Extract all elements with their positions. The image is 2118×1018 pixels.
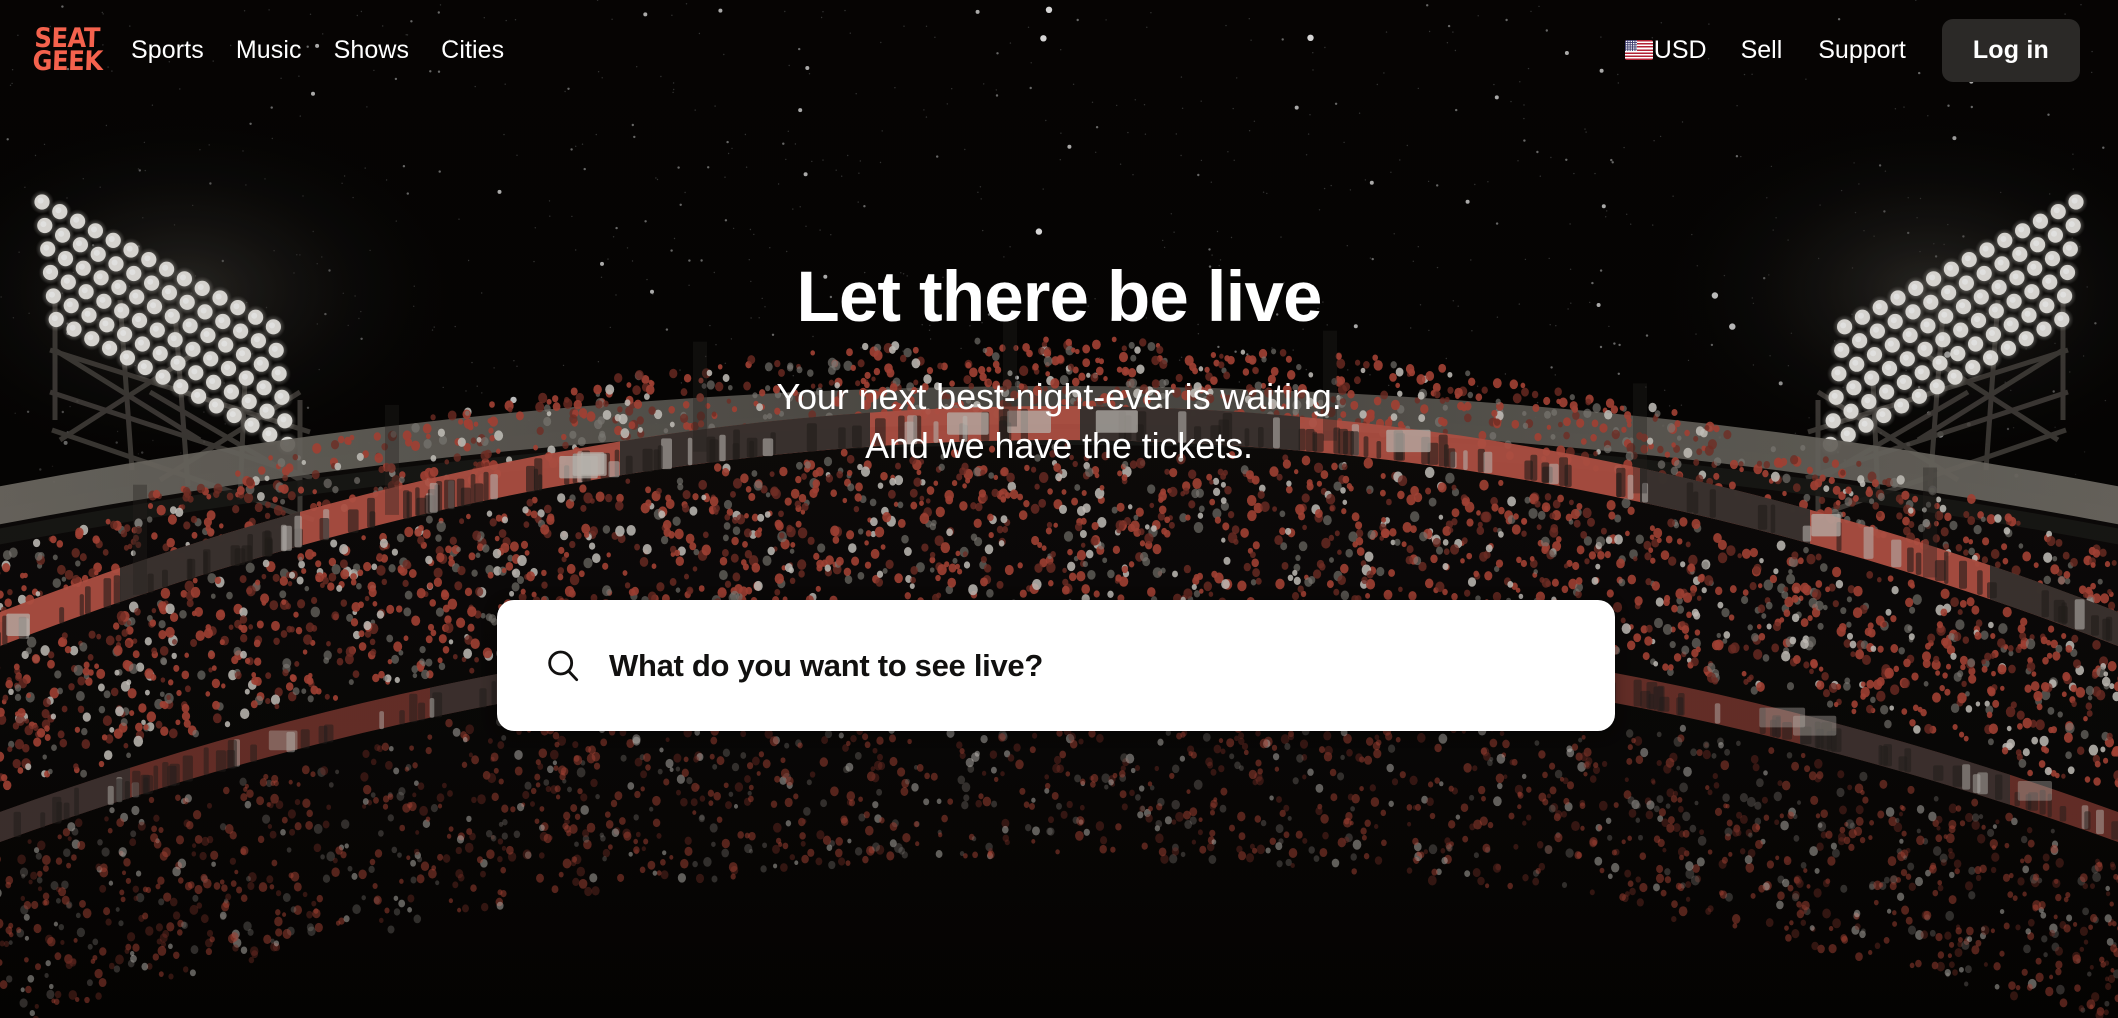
nav-item-shows[interactable]: Shows [334,36,410,65]
logo-line-2: GEEK [32,46,104,77]
seatgeek-homepage: SEAT GEEK Sports Music Shows Cities USD … [0,0,2118,1018]
currency-label: USD [1653,35,1707,64]
site-header: SEAT GEEK Sports Music Shows Cities USD … [0,0,2118,100]
sell-link[interactable]: Sell [1741,36,1783,65]
search-icon [548,650,579,681]
seatgeek-logo[interactable]: SEAT GEEK [32,23,104,77]
hero-section: Let there be live Your next best-night-e… [0,262,2118,471]
search-box[interactable] [497,600,1615,731]
hero-search [497,600,1615,731]
nav-item-music[interactable]: Music [236,36,302,65]
support-link[interactable]: Support [1818,36,1906,65]
primary-nav: Sports Music Shows Cities [131,36,504,65]
header-right-group: USD Sell Support Log in [1624,18,2080,82]
login-button[interactable]: Log in [1941,18,2080,82]
hero-subline-2: And we have the tickets. [865,424,1253,466]
currency-selector[interactable]: USD [1624,35,1707,65]
hero-subline-1: Your next best-night-ever is waiting. [776,376,1342,417]
nav-item-cities[interactable]: Cities [441,36,504,65]
nav-item-sports[interactable]: Sports [131,36,204,65]
us-flag-icon [1624,40,1653,60]
search-input[interactable] [609,600,1615,731]
stadium-hero-background [0,0,2118,1018]
hero-heading: Let there be live [796,258,1322,337]
